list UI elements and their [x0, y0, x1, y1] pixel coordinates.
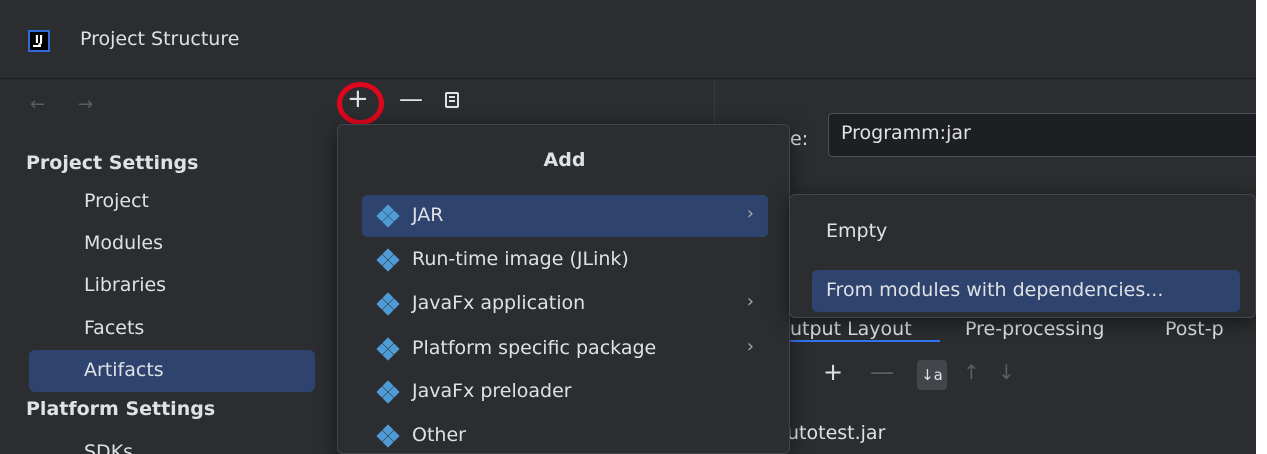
menu-item-other[interactable]: Other — [362, 415, 768, 454]
add-artifact-popup: Add JAR › Run-time image (JLink) JavaFx … — [337, 124, 790, 454]
window-title: Project Structure — [80, 28, 240, 50]
chevron-right-icon: › — [746, 336, 754, 357]
menu-item-jar[interactable]: JAR › — [362, 195, 768, 237]
project-structure-window: IJ Project Structure ← → Project Setting… — [0, 0, 1256, 454]
move-up-icon[interactable]: ↑ — [963, 360, 980, 384]
copy-icon[interactable] — [445, 92, 459, 108]
sidebar-item-modules[interactable]: Modules — [29, 223, 315, 265]
artifact-type-icon — [376, 204, 400, 228]
page-margin — [1256, 0, 1267, 454]
add-highlight-circle — [337, 82, 384, 125]
artifact-name-input[interactable]: Programm:jar — [828, 113, 1256, 157]
intellij-logo-icon: IJ — [28, 30, 50, 52]
forward-arrow-icon[interactable]: → — [78, 94, 93, 115]
active-tab-underline — [790, 340, 940, 342]
tab-pre-processing[interactable]: Pre-processing — [965, 318, 1104, 340]
menu-item-platform-package[interactable]: Platform specific package › — [362, 328, 768, 370]
artifact-type-icon — [376, 292, 400, 316]
remove-element-icon[interactable]: — — [870, 358, 894, 386]
name-label: e: — [790, 128, 809, 150]
sidebar: ← → Project Settings Project Modules Lib… — [0, 80, 337, 454]
artifact-type-icon — [376, 337, 400, 361]
move-down-icon[interactable]: ↓ — [998, 360, 1015, 384]
chevron-right-icon: › — [746, 291, 754, 312]
artifact-type-icon — [376, 380, 400, 404]
sidebar-item-project[interactable]: Project — [29, 181, 315, 223]
popup-title: Add — [543, 149, 586, 171]
menu-item-javafx-preloader[interactable]: JavaFx preloader — [362, 371, 768, 413]
platform-settings-header: Platform Settings — [26, 398, 216, 420]
submenu-item-empty[interactable]: Empty — [812, 211, 1240, 253]
sidebar-item-libraries[interactable]: Libraries — [29, 265, 315, 307]
menu-item-javafx-application[interactable]: JavaFx application › — [362, 283, 768, 325]
back-arrow-icon[interactable]: ← — [30, 94, 45, 115]
title-bar: IJ Project Structure — [0, 0, 1256, 79]
artifact-type-icon — [376, 248, 400, 272]
artifacts-toolbar: + — — [337, 80, 715, 125]
sidebar-item-artifacts[interactable]: Artifacts — [29, 350, 315, 392]
jar-submenu: Empty From modules with dependencies... — [789, 194, 1256, 318]
sort-alphabetically-icon[interactable]: ↓a — [917, 360, 947, 390]
tab-output-layout[interactable]: utput Layout — [790, 318, 912, 340]
artifact-type-icon — [376, 424, 400, 448]
sidebar-item-sdks[interactable]: SDKs — [29, 432, 315, 454]
chevron-right-icon: › — [746, 203, 754, 224]
add-element-icon[interactable]: + — [823, 358, 843, 386]
tab-post-processing[interactable]: Post-p — [1165, 318, 1224, 340]
artifact-file-item[interactable]: utotest.jar — [787, 422, 885, 444]
menu-item-runtime-image[interactable]: Run-time image (JLink) — [362, 239, 768, 281]
project-settings-header: Project Settings — [26, 152, 199, 174]
remove-icon[interactable]: — — [399, 84, 423, 114]
sidebar-item-facets[interactable]: Facets — [29, 308, 315, 350]
submenu-item-from-modules[interactable]: From modules with dependencies... — [812, 270, 1240, 312]
